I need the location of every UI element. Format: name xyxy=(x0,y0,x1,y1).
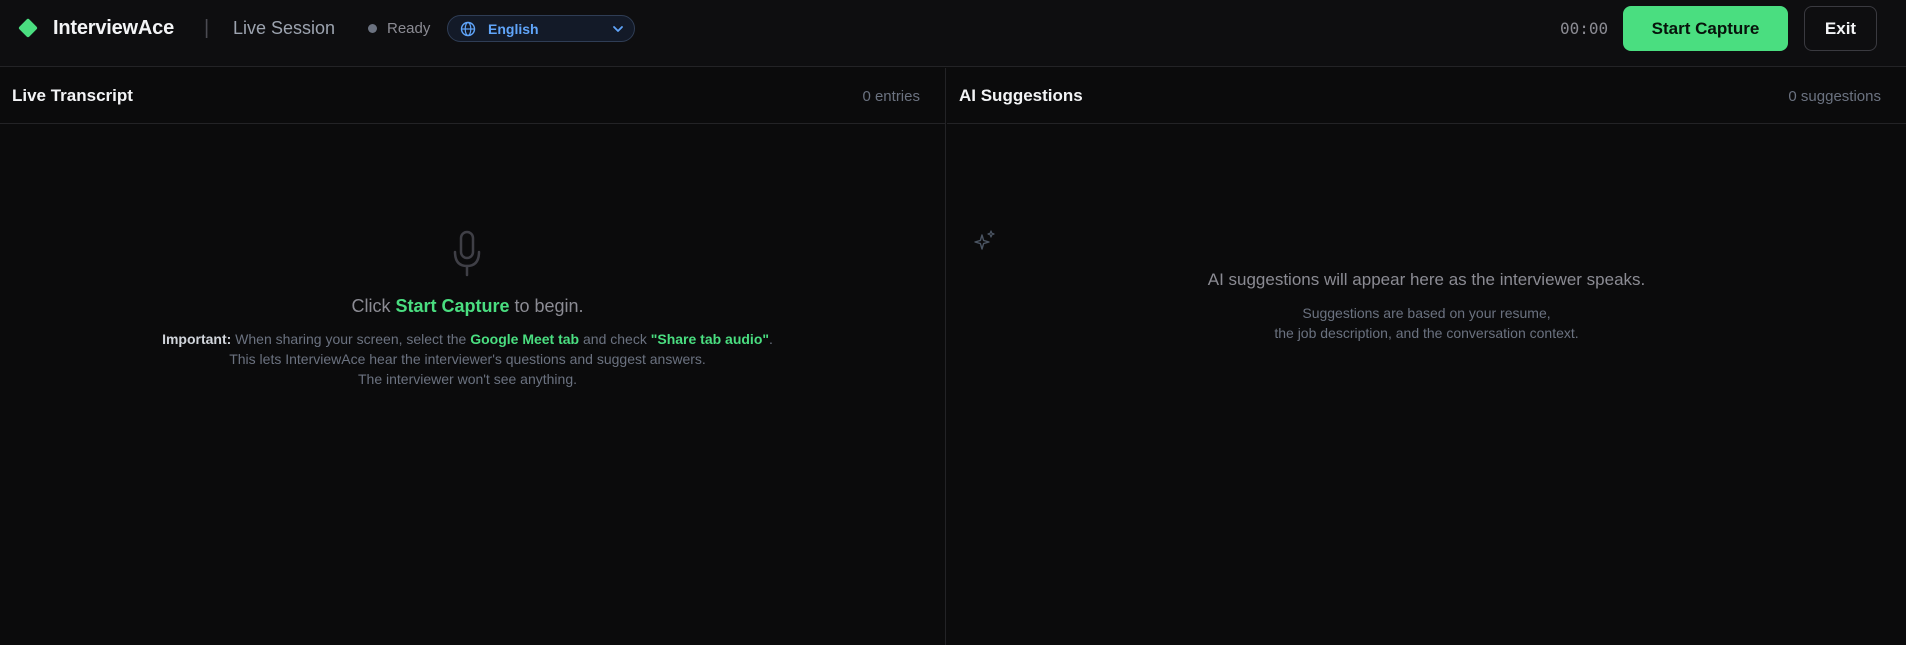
suggestions-empty-message: AI suggestions will appear here as the i… xyxy=(1207,270,1646,289)
instruction-highlight-audio: "Share tab audio" xyxy=(650,331,770,347)
suggestions-panel-header: AI Suggestions 0 suggestions xyxy=(947,68,1906,124)
diamond-logo-icon xyxy=(18,18,38,38)
instruction-line-1: Important: When sharing your screen, sel… xyxy=(0,329,935,349)
instruction-text-2: and check xyxy=(579,331,651,347)
exit-button[interactable]: Exit xyxy=(1804,6,1877,51)
transcript-panel-header: Live Transcript 0 entries xyxy=(0,68,945,124)
transcript-panel: Live Transcript 0 entries Click Start Ca… xyxy=(0,68,946,645)
suggestions-detail-line-1: Suggestions are based on your resume, xyxy=(1302,305,1551,321)
prompt-prefix: Click xyxy=(351,296,396,316)
prompt-suffix: to begin. xyxy=(509,296,584,316)
instruction-text-3: . xyxy=(769,331,773,347)
instruction-line-2: This lets InterviewAce hear the intervie… xyxy=(229,351,706,367)
microphone-icon xyxy=(453,230,481,277)
transcript-title: Live Transcript xyxy=(12,86,133,105)
instruction-text-1: When sharing your screen, select the xyxy=(231,331,471,347)
sparkle-icon xyxy=(974,230,995,250)
suggestions-detail: Suggestions are based on your resume, th… xyxy=(947,303,1906,343)
instruction-highlight-tab: Google Meet tab xyxy=(470,331,580,347)
start-capture-button[interactable]: Start Capture xyxy=(1623,6,1788,51)
chevron-down-icon xyxy=(613,26,623,32)
capture-instructions: Important: When sharing your screen, sel… xyxy=(0,329,935,389)
status-text: Ready xyxy=(387,20,431,37)
suggestions-title: AI Suggestions xyxy=(959,86,1083,105)
suggestions-count: 0 suggestions xyxy=(1788,88,1881,105)
suggestions-panel: AI Suggestions 0 suggestions AI suggesti… xyxy=(947,68,1906,645)
prompt-action: Start Capture xyxy=(395,296,510,316)
top-bar: InterviewAce | Live Session Ready Englis… xyxy=(0,0,1906,67)
header-divider: | xyxy=(204,17,210,39)
language-label: English xyxy=(488,21,539,37)
transcript-count: 0 entries xyxy=(862,88,920,105)
status-indicator-icon xyxy=(368,24,377,33)
language-select[interactable]: English xyxy=(447,15,635,42)
session-label: Live Session xyxy=(233,18,336,38)
globe-icon xyxy=(460,21,476,37)
important-label: Important: xyxy=(162,331,232,347)
empty-state-prompt: Click Start Capture to begin. xyxy=(0,296,935,317)
instruction-line-3: The interviewer won't see anything. xyxy=(357,371,577,387)
session-timer: 00:00 xyxy=(1560,19,1609,38)
app-title: InterviewAce xyxy=(53,17,174,39)
suggestions-detail-line-2: the job description, and the conversatio… xyxy=(1274,325,1579,341)
